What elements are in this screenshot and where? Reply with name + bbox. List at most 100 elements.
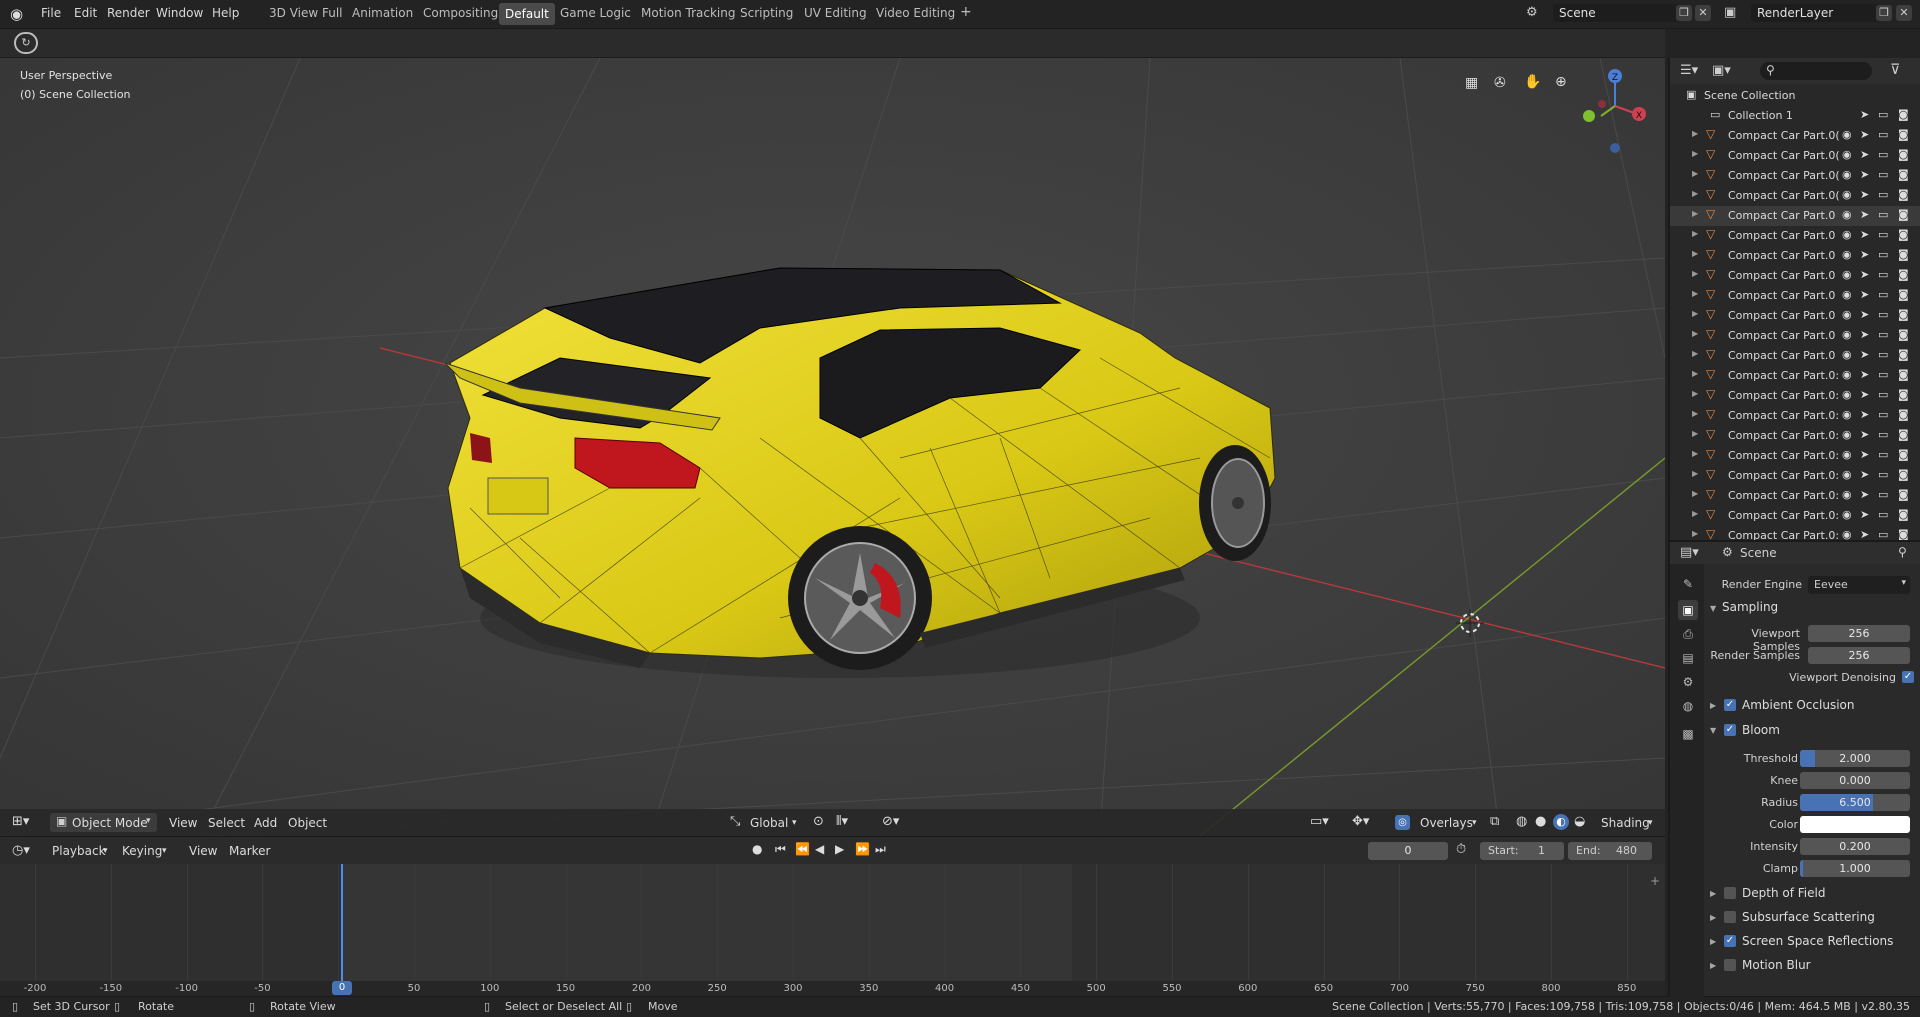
outliner-object-row[interactable]: ▶ ▽ Compact Car Part.0(◉ ➤ ▭ ◙ [1670,166,1920,186]
outliner-object-row[interactable]: ▶ ▽ Compact Car Part.0: ◉ ➤ ▭ ◙ [1670,466,1920,486]
play-reverse-icon[interactable]: ◀ [815,842,824,856]
3d-viewport[interactable]: User Perspective (0) Scene Collection ▦ … [0,58,1665,836]
viewport-denoising-checkbox[interactable]: ✓ [1902,671,1914,683]
zoom-icon[interactable]: ⊕ [1555,74,1567,90]
playhead-line[interactable] [341,864,343,981]
eye-icon[interactable]: ◉ [1842,208,1852,221]
outliner-object-row[interactable]: ▶ ▽ Compact Car Part.0(◉ ➤ ▭ ◙ [1670,186,1920,206]
wireframe-shading-icon[interactable]: ◍ [1516,814,1527,829]
eye-icon[interactable]: ◉ [1842,268,1852,281]
eye-icon[interactable]: ◉ [1842,148,1852,161]
ao-checkbox[interactable]: ✓ [1724,699,1736,711]
monitor-icon[interactable]: ▭ [1878,228,1888,241]
tab-default[interactable]: Default [499,3,555,25]
tab-video-editing[interactable]: Video Editing [872,6,959,20]
camera-icon[interactable]: ◙ [1898,308,1909,321]
shading-dropdown[interactable]: Shading [1601,816,1650,830]
output-tab-icon[interactable]: ⎙ [1678,624,1698,644]
eye-icon[interactable]: ◉ [1842,488,1852,501]
expand-arrow-icon[interactable]: ▶ [1692,329,1698,338]
outliner-object-row[interactable]: ▶ ▽ Compact Car Part.0: ◉ ➤ ▭ ◙ [1670,446,1920,466]
select-arrow-icon[interactable]: ➤ [1860,408,1869,421]
add-workspace-button[interactable]: + [956,4,976,20]
outliner-object-row[interactable]: ▶ ▽ Compact Car Part.0 ◉ ➤ ▭ ◙ [1670,226,1920,246]
clock-icon[interactable]: ◷▾ [12,843,30,858]
tab-scripting[interactable]: Scripting [736,6,797,20]
outliner-object-row[interactable]: ▶ ▽ Compact Car Part.0 ◉ ➤ ▭ ◙ [1670,246,1920,266]
play-icon[interactable]: ▶ [835,842,844,856]
monitor-icon[interactable]: ▭ [1878,188,1888,201]
camera-icon[interactable]: ◙ [1898,268,1909,281]
jump-end-icon[interactable]: ⏭ [875,842,886,857]
select-arrow-icon[interactable]: ➤ [1860,468,1869,481]
proportional-edit-icon[interactable]: ⊘▾ [882,814,899,829]
view-layer-tab-icon[interactable]: ▤ [1678,648,1698,668]
depth-of-field-panel[interactable]: Depth of Field [1742,886,1825,900]
sss-checkbox[interactable] [1724,911,1736,923]
outliner-object-row[interactable]: ▶ ▽ Compact Car Part.0: ◉ ➤ ▭ ◙ [1670,386,1920,406]
expand-arrow-icon[interactable]: ▶ [1692,209,1698,218]
overlays-dropdown[interactable]: Overlays [1420,816,1473,830]
copy-layer-icon[interactable]: ❐ [1876,5,1892,21]
playhead-frame[interactable]: 0 [332,981,352,995]
menu-keying[interactable]: Keying [122,844,162,858]
prev-keyframe-icon[interactable]: ⏪ [795,842,810,856]
intensity-slider[interactable]: 0.200 [1800,838,1910,855]
ssr-checkbox[interactable]: ✓ [1724,935,1736,947]
copy-scene-icon[interactable]: ❐ [1676,5,1692,21]
expand-arrow-icon[interactable]: ▶ [1692,169,1698,178]
monitor-icon[interactable]: ▭ [1878,388,1888,401]
timeline-area[interactable]: -200 -150 -100 -50 50 100 150 200 250 300 350 400 45… [0,864,1665,996]
menu-playback[interactable]: Playback [52,844,106,858]
camera-icon[interactable]: ◙ [1898,488,1909,501]
render-layer-field[interactable]: RenderLayer [1751,4,1881,22]
outliner-object-row[interactable]: ▶ ▽ Compact Car Part.0: ◉ ➤ ▭ ◙ [1670,366,1920,386]
filter-icon[interactable]: ⊽ [1890,62,1900,78]
sampling-panel[interactable]: Sampling [1722,600,1778,614]
material-shading-icon[interactable]: ◐ [1553,814,1569,830]
outliner-object-row[interactable]: ▶ ▽ Compact Car Part.0 ◉ ➤ ▭ ◙ [1670,286,1920,306]
expand-arrow-icon[interactable]: ▶ [1692,289,1698,298]
menu-render[interactable]: Render [107,6,150,20]
monitor-icon[interactable]: ▭ [1878,468,1888,481]
close-layer-icon[interactable]: ✕ [1896,5,1912,21]
camera-icon[interactable]: ◙ [1898,388,1909,401]
world-tab-icon[interactable]: ◍ [1678,696,1698,716]
select-arrow-icon[interactable]: ➤ [1860,228,1869,241]
tab-3d-view-full[interactable]: 3D View Full [265,6,347,20]
pivot-icon[interactable]: ⊙ [813,814,824,829]
motion-blur-panel[interactable]: Motion Blur [1742,958,1811,972]
render-engine-dropdown[interactable]: Eevee ▾ [1808,576,1910,594]
pan-hand-icon[interactable]: ✋ [1524,74,1541,90]
motion-blur-checkbox[interactable] [1724,959,1736,971]
expand-arrow-icon[interactable]: ▶ [1692,489,1698,498]
expand-arrow-icon[interactable]: ▶ [1692,429,1698,438]
select-arrow-icon[interactable]: ➤ [1860,108,1869,121]
sampling-expand-icon[interactable]: ▼ [1710,604,1716,613]
eye-icon[interactable]: ◉ [1842,428,1852,441]
menu-object[interactable]: Object [288,816,327,830]
camera-icon[interactable]: ◙ [1898,208,1909,221]
tab-compositing[interactable]: Compositing [419,6,502,20]
ao-expand-icon[interactable]: ▶ [1710,701,1716,710]
eye-icon[interactable]: ◉ [1842,368,1852,381]
monitor-icon[interactable]: ▭ [1878,148,1888,161]
select-arrow-icon[interactable]: ➤ [1860,508,1869,521]
select-arrow-icon[interactable]: ➤ [1860,268,1869,281]
tab-motion-tracking[interactable]: Motion Tracking [637,6,739,20]
outliner-object-row[interactable]: ▶ ▽ Compact Car Part.0 ◉ ➤ ▭ ◙ [1670,326,1920,346]
monitor-icon[interactable]: ▭ [1878,108,1888,121]
monitor-icon[interactable]: ▭ [1878,428,1888,441]
scene-field[interactable]: Scene [1553,4,1681,22]
camera-icon[interactable]: ◙ [1898,188,1909,201]
camera-icon[interactable]: ◙ [1898,148,1909,161]
jump-start-icon[interactable]: ⏮ [775,842,786,857]
monitor-icon[interactable]: ▭ [1878,488,1888,501]
camera-icon[interactable]: ◙ [1898,468,1909,481]
outliner-scene-collection[interactable]: ▣ Scene Collection [1670,86,1920,106]
viewport-samples-field[interactable]: 256 [1808,625,1910,642]
monitor-icon[interactable]: ▭ [1878,348,1888,361]
tab-game-logic[interactable]: Game Logic [556,6,635,20]
camera-icon[interactable]: ◙ [1898,168,1909,181]
sss-expand-icon[interactable]: ▶ [1710,913,1716,922]
